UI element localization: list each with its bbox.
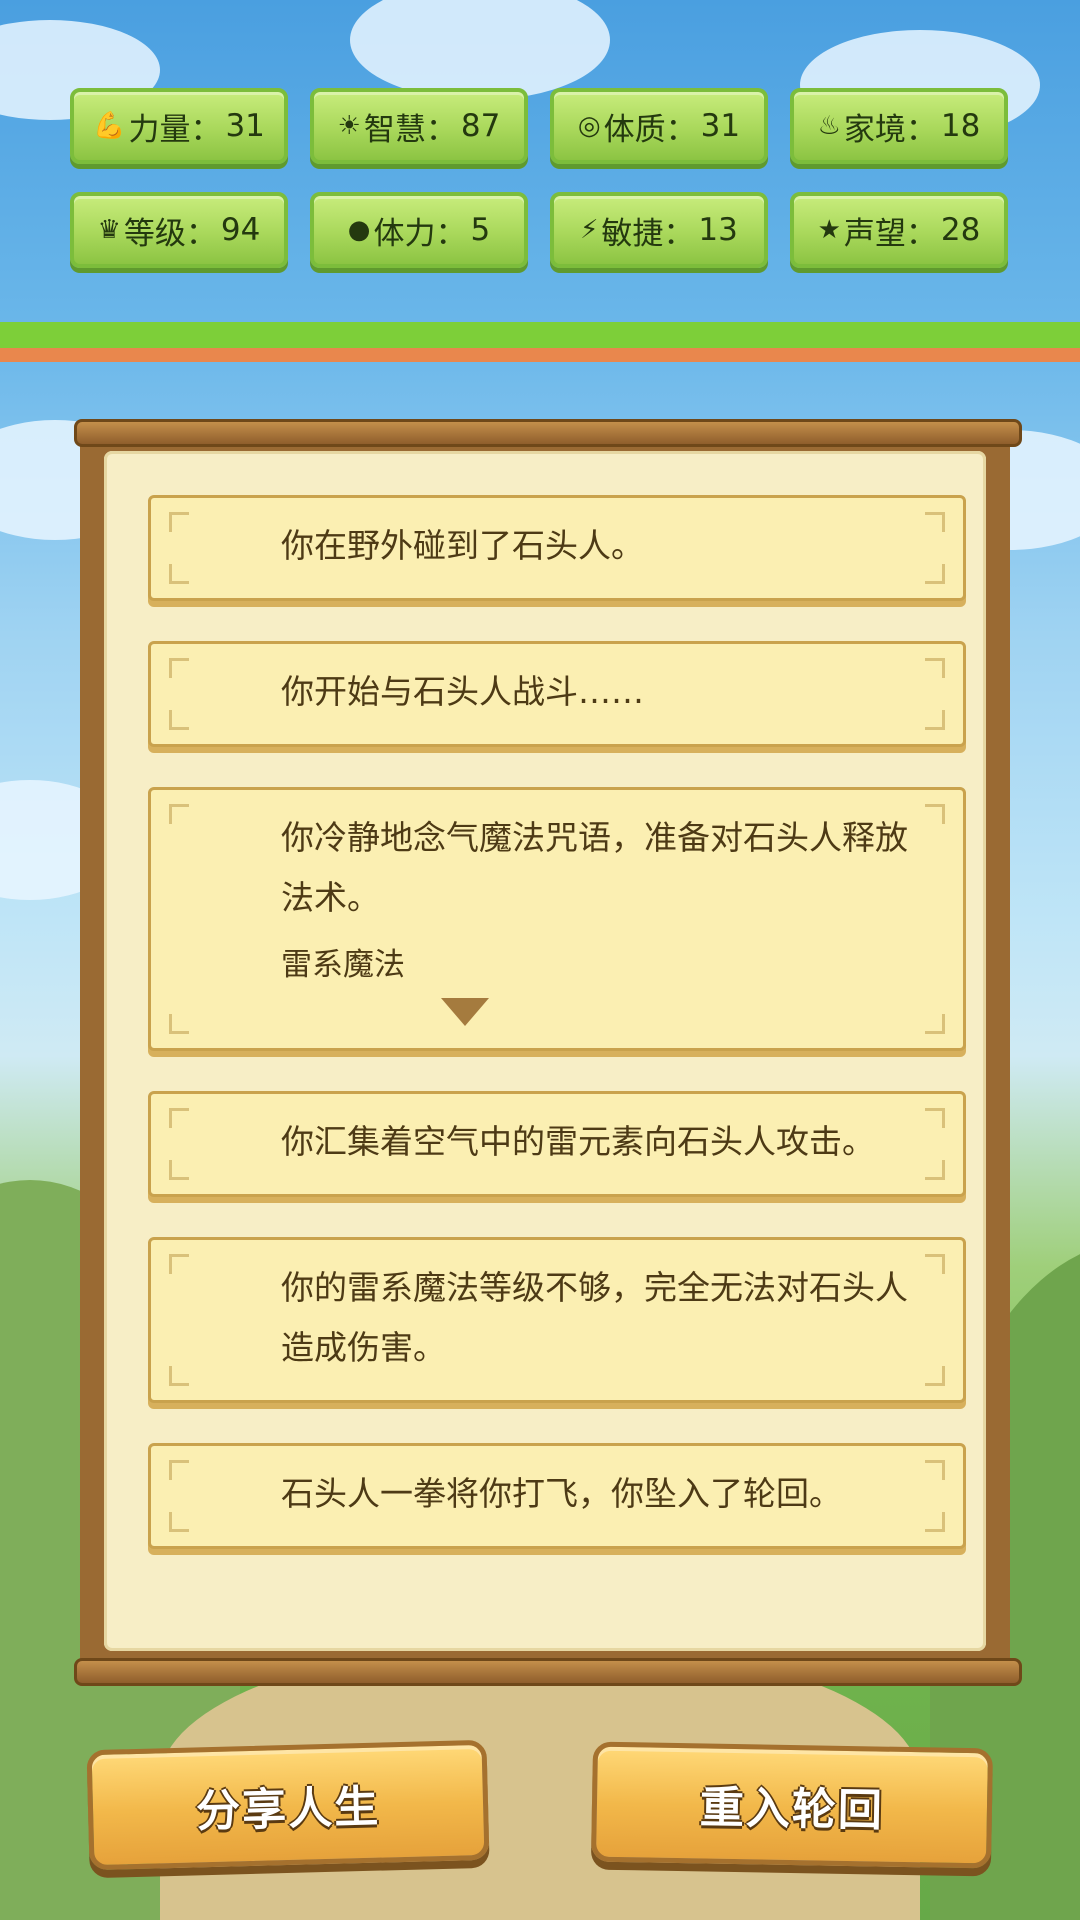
corner-ornament <box>925 1108 945 1128</box>
restart-cycle-button[interactable]: 重入轮回 <box>590 1741 994 1869</box>
stat-value: 31 <box>700 108 741 144</box>
stat-label: 家境 <box>843 111 906 148</box>
stat-family: ♨ 家境： 18 <box>790 88 1008 164</box>
event-text: 你汇集着空气中的雷元素向石头人攻击。 <box>281 1122 875 1161</box>
stat-value: 94 <box>220 212 261 248</box>
stat-stamina: ● 体力： 5 <box>310 192 528 268</box>
stat-constitution: ◎ 体质： 31 <box>550 88 768 164</box>
stat-label: 敏捷 <box>601 215 664 252</box>
corner-ornament <box>169 512 189 532</box>
event-card-with-choice[interactable]: 你冷静地念气魔法咒语，准备对石头人释放法术。 雷系魔法 <box>148 787 966 1051</box>
event-card: 石头人一拳将你打飞，你坠入了轮回。 <box>148 1443 966 1549</box>
corner-ornament <box>925 1460 945 1480</box>
corner-ornament <box>169 1014 189 1034</box>
stat-value: 87 <box>460 108 501 144</box>
heart-icon: ● <box>347 215 371 245</box>
stat-separator: ： <box>905 111 937 148</box>
stat-label: 体质 <box>603 111 666 148</box>
stat-wisdom: ☀ 智慧： 87 <box>310 88 528 164</box>
lightning-icon: ⚡ <box>580 215 599 245</box>
stat-separator: ： <box>665 111 697 148</box>
stat-level: ♛ 等级： 94 <box>70 192 288 268</box>
corner-ornament <box>925 1014 945 1034</box>
stat-value: 18 <box>940 108 981 144</box>
choice-text[interactable]: 雷系魔法 <box>281 942 925 988</box>
corner-ornament <box>169 658 189 678</box>
corner-ornament <box>169 1460 189 1480</box>
strength-icon: 💪 <box>93 111 126 141</box>
stat-separator: ： <box>190 111 222 148</box>
orange-stripe <box>0 348 1080 362</box>
event-card: 你开始与石头人战斗…… <box>148 641 966 747</box>
corner-ornament <box>169 710 189 730</box>
event-scroll-frame: 你在野外碰到了石头人。 你开始与石头人战斗…… 你冷静地念气魔法咒语，准备对石头… <box>74 419 1022 1686</box>
stat-separator: ： <box>663 215 695 252</box>
stat-label: 声望 <box>843 215 906 252</box>
stat-value: 28 <box>940 212 981 248</box>
stat-strength: 💪 力量： 31 <box>70 88 288 164</box>
stat-value: 31 <box>225 108 265 144</box>
stat-label: 等级 <box>123 215 186 252</box>
corner-ornament <box>925 658 945 678</box>
event-text: 你的雷系魔法等级不够，完全无法对石头人造成伤害。 <box>281 1268 908 1367</box>
stats-grid: 💪 力量： 31 ☀ 智慧： 87 ◎ 体质： 31 ♨ 家境： 18 ♛ 等级： 94 ● 体力： 5… <box>70 88 1010 268</box>
share-life-button[interactable]: 分享人生 <box>86 1739 490 1871</box>
corner-ornament <box>169 564 189 584</box>
crown-icon: ♛ <box>97 215 121 245</box>
scroll-rod-bottom <box>74 1658 1022 1686</box>
corner-ornament <box>169 804 189 824</box>
corner-ornament <box>925 564 945 584</box>
family-icon: ♨ <box>817 111 841 141</box>
corner-ornament <box>925 710 945 730</box>
event-text: 石头人一拳将你打飞，你坠入了轮回。 <box>281 1474 842 1513</box>
expand-arrow-icon[interactable] <box>441 998 489 1026</box>
event-text: 你开始与石头人战斗…… <box>281 672 644 711</box>
stat-separator: ： <box>905 215 937 252</box>
wisdom-icon: ☀ <box>337 111 361 141</box>
corner-ornament <box>169 1512 189 1532</box>
event-text: 你冷静地念气魔法咒语，准备对石头人释放法术。 <box>281 818 908 917</box>
star-icon: ★ <box>817 215 841 245</box>
stat-separator: ： <box>425 111 457 148</box>
corner-ornament <box>169 1160 189 1180</box>
stat-value: 5 <box>470 212 491 248</box>
event-card: 你的雷系魔法等级不够，完全无法对石头人造成伤害。 <box>148 1237 966 1403</box>
corner-ornament <box>169 1254 189 1274</box>
corner-ornament <box>169 1108 189 1128</box>
stat-reputation: ★ 声望： 28 <box>790 192 1008 268</box>
stat-label: 力量 <box>128 111 191 148</box>
stat-label: 体力 <box>373 215 436 252</box>
corner-ornament <box>169 1366 189 1386</box>
corner-ornament <box>925 1254 945 1274</box>
event-card: 你汇集着空气中的雷元素向石头人攻击。 <box>148 1091 966 1197</box>
corner-ornament <box>925 804 945 824</box>
stat-value: 13 <box>698 212 738 248</box>
cloud <box>350 0 610 100</box>
scroll-rod-top <box>74 419 1022 447</box>
stat-separator: ： <box>185 215 217 252</box>
corner-ornament <box>925 1512 945 1532</box>
event-list[interactable]: 你在野外碰到了石头人。 你开始与石头人战斗…… 你冷静地念气魔法咒语，准备对石头… <box>148 495 966 1589</box>
stat-label: 智慧 <box>363 111 426 148</box>
event-card: 你在野外碰到了石头人。 <box>148 495 966 601</box>
corner-ornament <box>925 1160 945 1180</box>
event-text: 你在野外碰到了石头人。 <box>281 526 644 565</box>
stat-agility: ⚡ 敏捷： 13 <box>550 192 768 268</box>
corner-ornament <box>925 1366 945 1386</box>
stat-separator: ： <box>435 215 467 252</box>
corner-ornament <box>925 512 945 532</box>
constitution-icon: ◎ <box>577 111 601 141</box>
grass-stripe <box>0 322 1080 348</box>
